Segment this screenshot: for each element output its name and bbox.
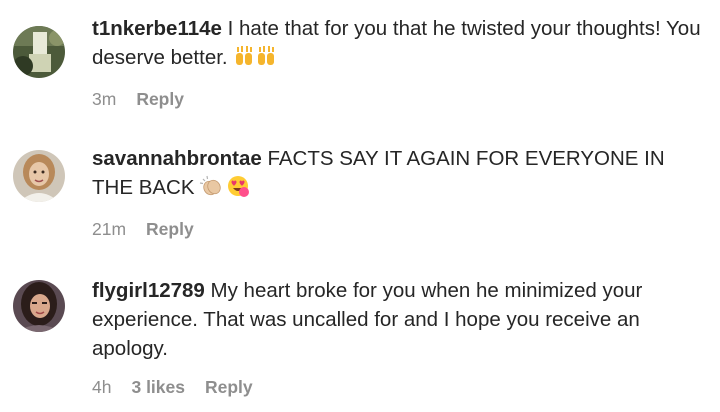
reply-button[interactable]: Reply — [146, 219, 194, 240]
comment-text: savannahbrontae FACTS SAY IT AGAIN FOR E… — [92, 144, 702, 205]
reply-button[interactable]: Reply — [205, 377, 253, 398]
comment-username[interactable]: savannahbrontae — [92, 147, 262, 170]
reply-button[interactable]: Reply — [136, 89, 184, 110]
raising-hands-emoji-icon — [232, 45, 278, 75]
comment-meta: 4h 3 likes Reply — [92, 377, 702, 398]
avatar[interactable] — [13, 26, 65, 78]
comment-text: t1nkerbe114e I hate that for you that he… — [92, 14, 702, 75]
comment-username[interactable]: flygirl12789 — [92, 279, 205, 302]
comment-timestamp: 3m — [92, 89, 117, 109]
comment-list: t1nkerbe114e I hate that for you that he… — [0, 0, 720, 412]
comment-meta: 3m Reply — [92, 89, 702, 110]
heart-eyes-emoji-icon — [227, 175, 249, 205]
avatar[interactable] — [13, 150, 65, 202]
comment-text: flygirl12789 My heart broke for you when… — [92, 276, 702, 363]
clapping-hands-emoji-icon — [199, 175, 223, 205]
comment-username[interactable]: t1nkerbe114e — [92, 17, 222, 40]
comment-timestamp: 21m — [92, 219, 127, 239]
likes-count[interactable]: 3 likes — [131, 377, 185, 398]
comment-meta: 21m Reply — [92, 219, 702, 240]
avatar[interactable] — [13, 280, 65, 332]
comment-timestamp: 4h — [92, 377, 112, 397]
